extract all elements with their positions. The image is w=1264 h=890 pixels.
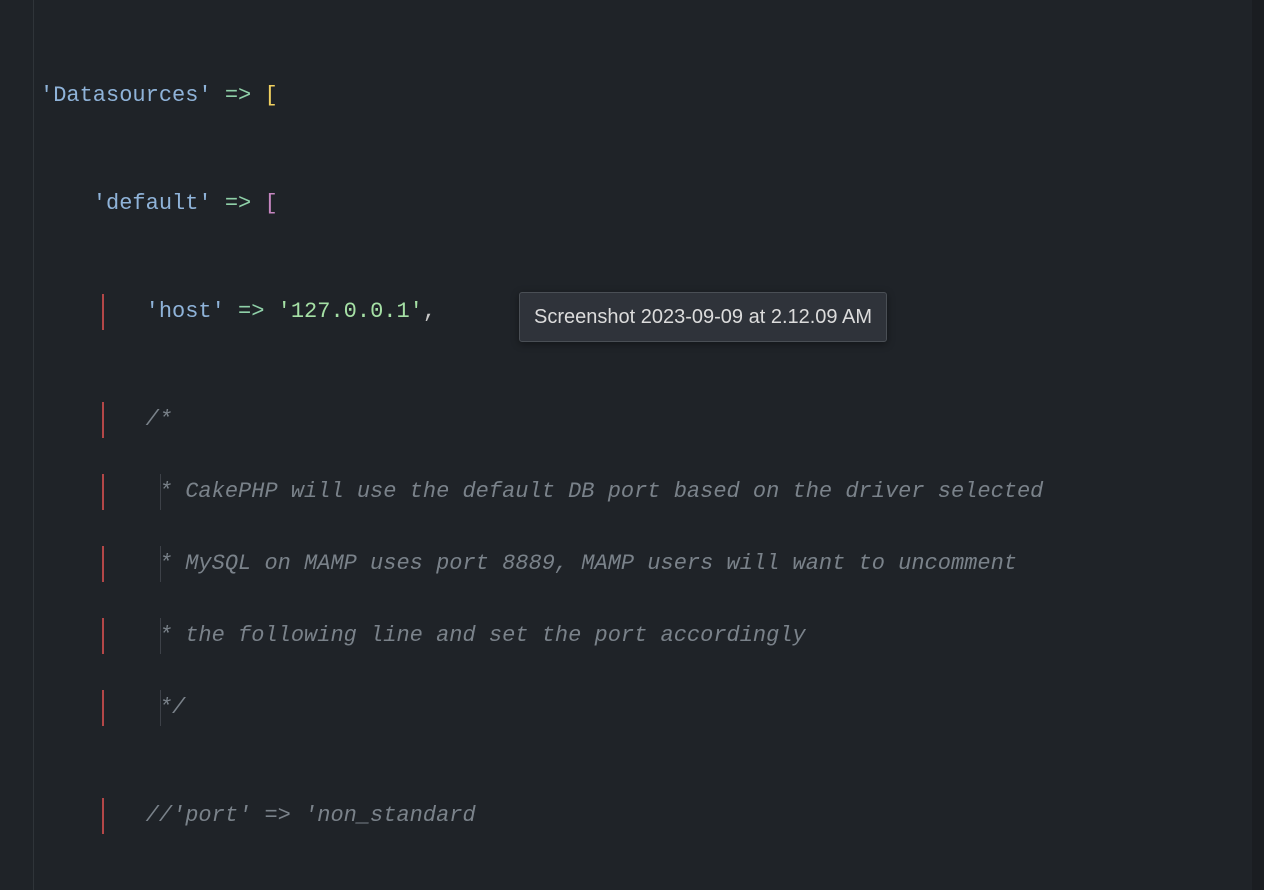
hover-tooltip: Screenshot 2023-09-09 at 2.12.09 AM: [519, 292, 887, 342]
tooltip-text: Screenshot 2023-09-09 at 2.12.09 AM: [534, 306, 872, 328]
key-text: 'default': [93, 191, 212, 216]
bracket-open: [: [264, 191, 277, 216]
arrow-op: =>: [225, 191, 251, 216]
key-text: 'Datasources': [40, 83, 212, 108]
comment-text: * the following line and set the port ac…: [146, 623, 806, 648]
code-line: /*: [40, 402, 1256, 438]
comment-text: * MySQL on MAMP uses port 8889, MAMP use…: [146, 551, 1017, 576]
comma: ,: [423, 299, 436, 324]
string-value: '127.0.0.1': [278, 299, 423, 324]
code-line: * the following line and set the port ac…: [40, 618, 1256, 654]
editor-gutter: [0, 0, 34, 890]
code-line: //'port' => 'non_standard: [40, 798, 1256, 834]
arrow-op: =>: [225, 83, 251, 108]
key-text: 'host': [146, 299, 225, 324]
code-line: 'default' => [: [40, 186, 1256, 222]
comment-text: //'port' => 'non_standard: [146, 803, 476, 828]
code-line: * MySQL on MAMP uses port 8889, MAMP use…: [40, 546, 1256, 582]
code-editor-content[interactable]: 'Datasources' => [ 'default' => [ 'host'…: [40, 6, 1256, 890]
arrow-op: =>: [238, 299, 264, 324]
bracket-open: [: [264, 83, 277, 108]
comment-text: /*: [146, 407, 172, 432]
code-line: * CakePHP will use the default DB port b…: [40, 474, 1256, 510]
comment-text: * CakePHP will use the default DB port b…: [146, 479, 1044, 504]
comment-text: */: [146, 695, 186, 720]
code-line: */: [40, 690, 1256, 726]
code-line: 'Datasources' => [: [40, 78, 1256, 114]
